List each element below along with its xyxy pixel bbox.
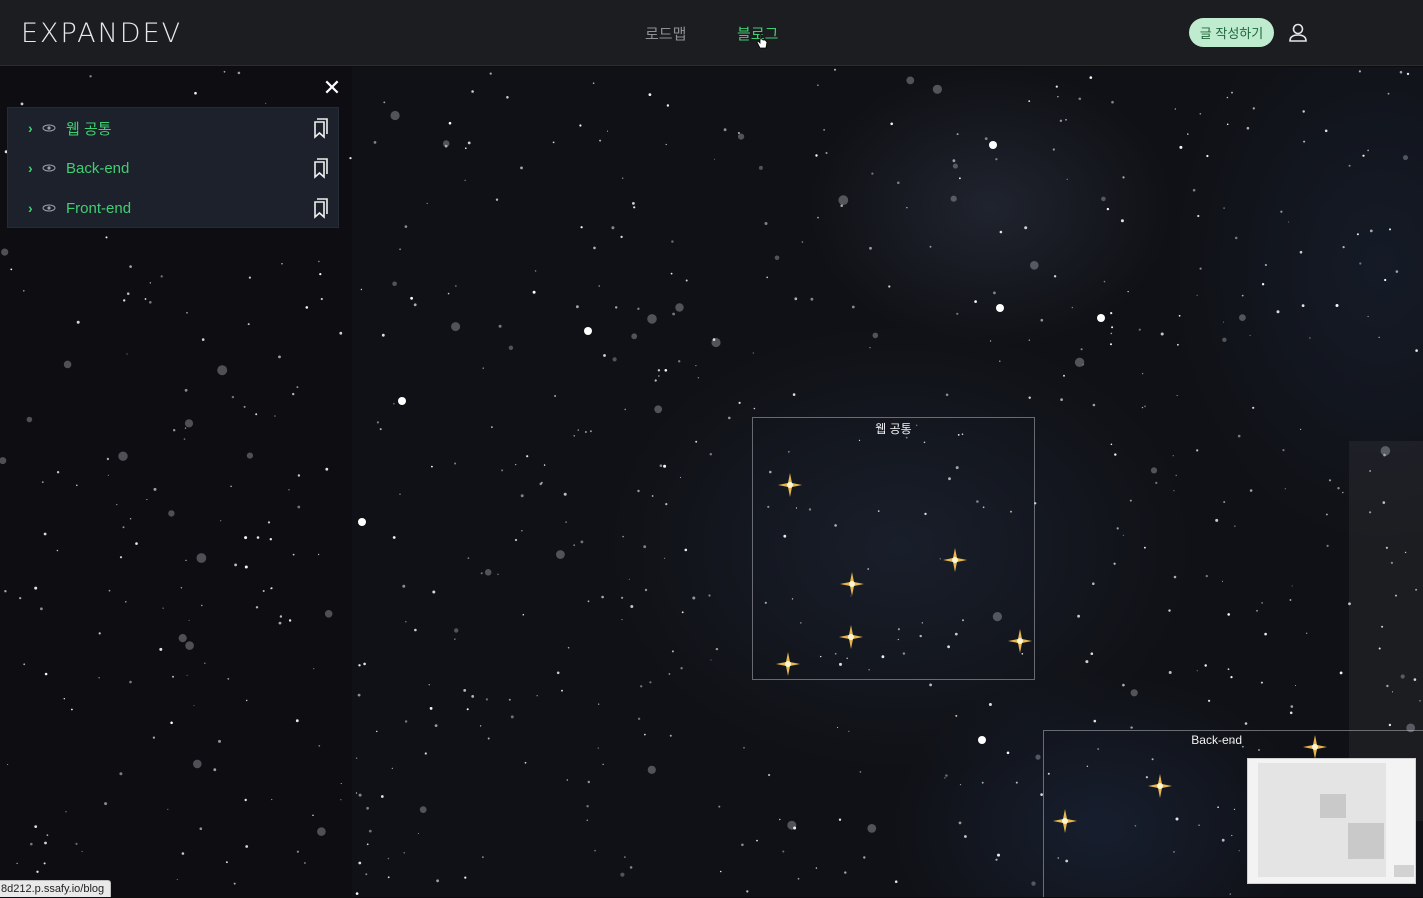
galaxy-icon xyxy=(42,204,56,212)
status-bar-url: 8d212.p.ssafy.io/blog xyxy=(0,880,112,897)
sidebar-item-web-common[interactable]: › 웹 공통 xyxy=(8,108,338,148)
write-post-button[interactable]: 글 작성하기 xyxy=(1189,18,1274,47)
minimap-cluster xyxy=(1394,865,1414,877)
sidebar-item-back-end[interactable]: › Back-end xyxy=(8,148,338,188)
close-icon[interactable]: ✕ xyxy=(322,77,342,99)
chevron-right-icon[interactable]: › xyxy=(28,200,33,216)
cluster-web-common[interactable]: 웹 공통 xyxy=(752,417,1035,680)
chevron-right-icon[interactable]: › xyxy=(28,160,33,176)
post-star-icon[interactable] xyxy=(1147,773,1173,799)
minimap-cluster xyxy=(1320,794,1346,818)
post-star-icon[interactable] xyxy=(839,571,865,597)
post-star-icon[interactable] xyxy=(777,472,803,498)
sidebar-item-label: Front-end xyxy=(66,199,132,217)
post-star-icon[interactable] xyxy=(838,624,864,650)
category-sidebar: › 웹 공통 › Back-end › Front-end xyxy=(7,107,339,228)
sidebar-item-label: Back-end xyxy=(66,159,130,177)
post-star-icon[interactable] xyxy=(1302,734,1328,760)
sidebar-item-front-end[interactable]: › Front-end xyxy=(8,188,338,228)
post-star-icon[interactable] xyxy=(1007,628,1033,654)
bookmarks-icon[interactable] xyxy=(308,197,330,219)
top-navigation-bar: EXPANDEV 로드맵 블로그 글 작성하기 xyxy=(0,0,1423,66)
bookmarks-icon[interactable] xyxy=(308,157,330,179)
pointer-cursor-icon xyxy=(756,33,768,49)
logo[interactable]: EXPANDEV xyxy=(21,16,182,50)
nav-roadmap[interactable]: 로드맵 xyxy=(645,23,686,44)
sidebar-item-label: 웹 공통 xyxy=(66,120,112,138)
minimap-cluster xyxy=(1348,823,1384,859)
galaxy-icon xyxy=(42,164,56,172)
post-star-icon[interactable] xyxy=(775,651,801,677)
user-icon[interactable] xyxy=(1287,22,1309,44)
minimap-viewport xyxy=(1258,763,1386,877)
post-star-icon[interactable] xyxy=(1052,808,1078,834)
minimap[interactable] xyxy=(1247,758,1416,884)
chevron-right-icon[interactable]: › xyxy=(28,120,33,136)
galaxy-icon xyxy=(42,124,56,132)
logo-text: EXPANDEV xyxy=(21,17,183,49)
cluster-title: 웹 공통 xyxy=(875,422,912,436)
bookmarks-icon[interactable] xyxy=(308,117,330,139)
post-star-icon[interactable] xyxy=(942,547,968,573)
cluster-title: Back-end xyxy=(1191,733,1242,747)
